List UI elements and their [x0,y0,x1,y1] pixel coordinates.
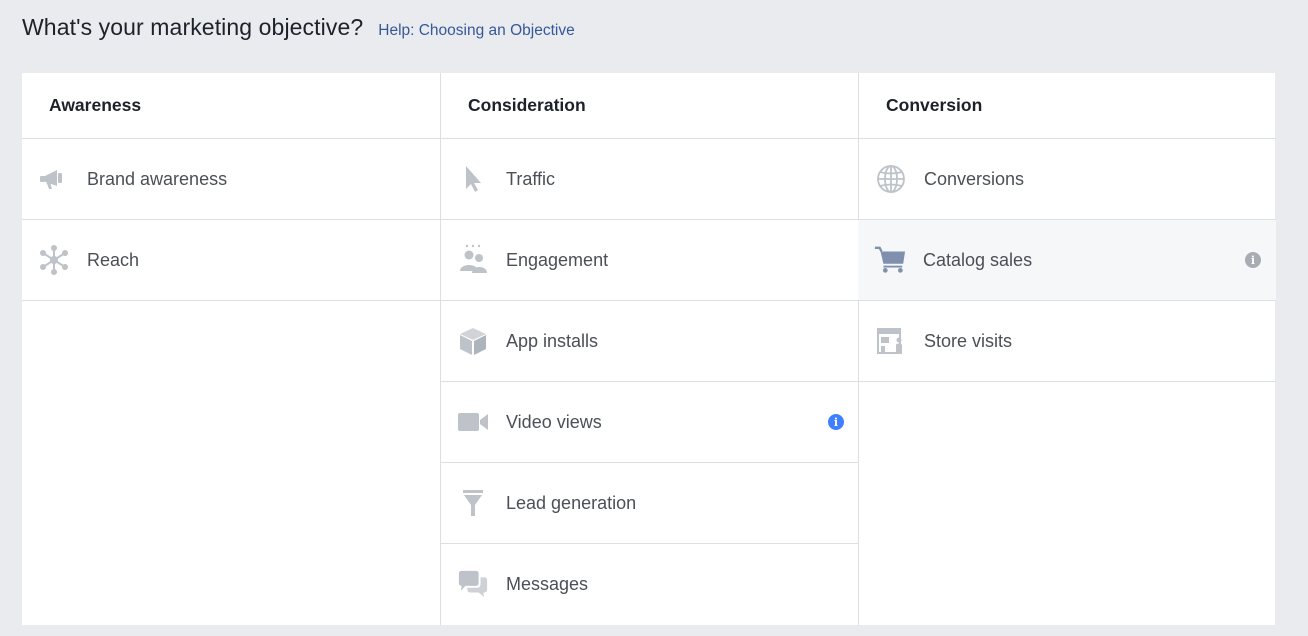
objective-reach[interactable]: Reach [22,220,440,301]
objective-conversions[interactable]: Conversions [859,139,1276,220]
objective-lead-generation[interactable]: Lead generation [441,463,859,544]
page-title: What's your marketing objective? [22,14,364,40]
objective-store-visits[interactable]: Store visits [859,301,1276,382]
objective-engagement[interactable]: Engagement [441,220,859,301]
objective-label: Conversions [924,168,1025,189]
objective-catalog-sales[interactable]: Catalog sales i [858,220,1276,301]
awareness-column: Awareness Brand awareness Reach [22,73,440,625]
column-heading-consideration: Consideration [441,73,859,139]
column-heading-awareness: Awareness [22,73,440,139]
store-icon [875,325,907,357]
chat-bubbles-icon [457,568,489,600]
conversion-column: Conversion Conversions Catalog sales i S… [858,73,1276,625]
reach-icon [38,244,70,276]
objective-label: Catalog sales [923,249,1033,270]
shopping-cart-icon [874,244,906,276]
funnel-icon [457,487,489,519]
video-camera-icon [457,406,489,438]
globe-icon [875,163,907,195]
megaphone-icon [38,163,70,195]
objective-label: Engagement [506,249,609,270]
help-link[interactable]: Help: Choosing an Objective [378,22,574,40]
objective-traffic[interactable]: Traffic [441,139,859,220]
info-icon[interactable]: i [1245,252,1261,268]
objective-video-views[interactable]: Video views i [441,382,859,463]
objective-label: Messages [506,574,589,594]
header: What's your marketing objective? Help: C… [22,14,575,50]
objective-label: App installs [506,330,599,351]
objective-label: Reach [87,249,140,270]
box-icon [457,325,489,357]
objective-label: Lead generation [506,492,637,513]
objective-brand-awareness[interactable]: Brand awareness [22,139,440,220]
objective-label: Video views [506,411,602,432]
objective-label: Brand awareness [87,168,228,189]
objectives-panel: Awareness Brand awareness Reach Consider… [22,73,1276,625]
objective-label: Store visits [924,330,1013,351]
info-icon[interactable]: i [828,414,844,430]
consideration-column: Consideration Traffic Engagement App ins… [440,73,859,625]
objective-app-installs[interactable]: App installs [441,301,859,382]
cursor-icon [457,163,489,195]
column-heading-conversion: Conversion [859,73,1276,139]
people-icon [457,244,489,276]
objective-messages[interactable]: Messages [441,544,859,625]
objective-label: Traffic [506,168,556,189]
